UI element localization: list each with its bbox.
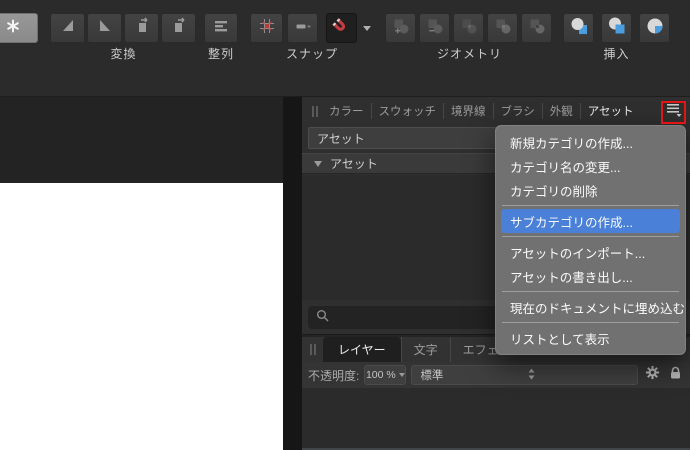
menu-item-export-assets[interactable]: アセットの書き出し...	[496, 264, 685, 288]
tab-text[interactable]: 文字	[401, 337, 450, 362]
insert-group-label: 挿入	[563, 45, 670, 59]
tab-brushes[interactable]: ブラシ	[493, 103, 542, 119]
grid-icon	[258, 17, 276, 40]
geometry-combine-button[interactable]	[521, 13, 552, 43]
insert-inside-button[interactable]	[639, 13, 670, 43]
insert-on-top-icon	[607, 16, 627, 41]
menu-item-rename-category[interactable]: カテゴリ名の変更...	[496, 154, 685, 178]
document-page[interactable]	[0, 183, 283, 450]
rotate-counterclockwise-button[interactable]	[124, 13, 159, 43]
layers-controls-row: 不透明度: 100 % 標準	[302, 362, 690, 388]
tab-assets[interactable]: アセット	[580, 103, 641, 119]
snap-options-arrow-button[interactable]	[358, 13, 375, 43]
opacity-label: 不透明度:	[308, 367, 359, 384]
menu-item-import-assets[interactable]: アセットのインポート...	[496, 240, 685, 264]
align-icon	[212, 17, 230, 40]
menu-separator	[502, 236, 679, 237]
lock-icon	[669, 366, 682, 385]
tab-color[interactable]: カラー	[322, 103, 371, 119]
geometry-divide-button[interactable]	[487, 13, 518, 43]
app-window: 変換 整列 スナップ	[0, 0, 690, 450]
menu-item-delete-category[interactable]: カテゴリの削除	[496, 178, 685, 202]
asset-category-value: アセット	[317, 130, 365, 147]
pixel-snap-icon	[294, 17, 312, 40]
insert-inside-icon	[645, 16, 665, 41]
tab-stroke[interactable]: 境界線	[443, 103, 493, 119]
assets-context-menu: 新規カテゴリの作成... カテゴリ名の変更... カテゴリの削除 サブカテゴリの…	[495, 125, 686, 355]
rotate-counterclockwise-icon	[132, 16, 152, 41]
opacity-value: 100 %	[366, 369, 396, 381]
snap-grid-button[interactable]	[250, 13, 283, 43]
insert-behind-icon	[569, 16, 589, 41]
asset-group-title: アセット	[330, 155, 378, 172]
chevron-down-icon	[363, 26, 371, 31]
layer-lock-button[interactable]	[666, 366, 684, 384]
blend-mode-value: 標準	[420, 367, 526, 383]
boolean-add-icon	[392, 17, 410, 40]
stepper-arrows-icon	[527, 367, 633, 384]
menu-separator	[502, 291, 679, 292]
insert-behind-button[interactable]	[563, 13, 594, 43]
snap-pixel-button[interactable]	[287, 13, 318, 43]
studio-panel-tabs: カラー スウォッチ 境界線 ブラシ 外観 アセット	[302, 97, 690, 125]
magnifier-icon	[316, 309, 329, 327]
panel-drag-handle[interactable]	[312, 106, 318, 117]
canvas-viewport[interactable]	[0, 97, 302, 450]
rotate-clockwise-icon	[169, 16, 189, 41]
snap-group-label: スナップ	[250, 45, 374, 59]
tab-appearance[interactable]: 外観	[542, 103, 580, 119]
flip-horizontal-button[interactable]	[50, 13, 85, 43]
geometry-add-button[interactable]	[385, 13, 416, 43]
boolean-intersect-icon	[460, 17, 478, 40]
magnet-icon	[327, 14, 356, 43]
top-toolbar: 変換 整列 スナップ	[0, 0, 690, 97]
geometry-intersect-button[interactable]	[453, 13, 484, 43]
panel-separator-strip	[283, 97, 302, 450]
flip-horizontal-icon	[58, 16, 78, 41]
opacity-dropdown[interactable]: 100 %	[364, 365, 406, 385]
transform-group-label: 変換	[50, 45, 197, 59]
layers-drag-handle[interactable]	[310, 344, 316, 355]
style-presets-button[interactable]	[0, 13, 38, 43]
menu-item-create-subcategory[interactable]: サブカテゴリの作成...	[501, 209, 680, 233]
tab-layers[interactable]: レイヤー	[323, 337, 401, 362]
snap-toggle-button[interactable]	[326, 13, 357, 43]
flip-vertical-icon	[95, 16, 115, 41]
menu-separator	[502, 322, 679, 323]
alignment-button[interactable]	[204, 13, 238, 43]
geometry-subtract-button[interactable]	[419, 13, 450, 43]
layers-list-area	[302, 388, 690, 448]
layer-settings-button[interactable]	[643, 366, 661, 384]
click-annotation-box	[661, 101, 686, 124]
boolean-divide-icon	[494, 17, 512, 40]
chevron-down-icon	[399, 373, 405, 377]
align-group-label: 整列	[204, 45, 238, 59]
blend-mode-dropdown[interactable]: 標準	[411, 365, 638, 385]
tab-swatches[interactable]: スウォッチ	[371, 103, 444, 119]
boolean-subtract-icon	[426, 17, 444, 40]
gear-icon	[645, 365, 660, 385]
menu-item-show-as-list[interactable]: リストとして表示	[496, 326, 685, 350]
geometry-group-label: ジオメトリ	[385, 45, 554, 59]
menu-separator	[502, 205, 679, 206]
menu-item-embed-in-document[interactable]: 現在のドキュメントに埋め込む	[496, 295, 685, 319]
disclosure-triangle-icon	[314, 161, 322, 167]
rotate-clockwise-button[interactable]	[161, 13, 196, 43]
menu-item-create-category[interactable]: 新規カテゴリの作成...	[496, 130, 685, 154]
boolean-combine-icon	[528, 17, 546, 40]
star-icon	[6, 19, 20, 38]
insert-on-top-button[interactable]	[601, 13, 632, 43]
flip-vertical-button[interactable]	[87, 13, 122, 43]
